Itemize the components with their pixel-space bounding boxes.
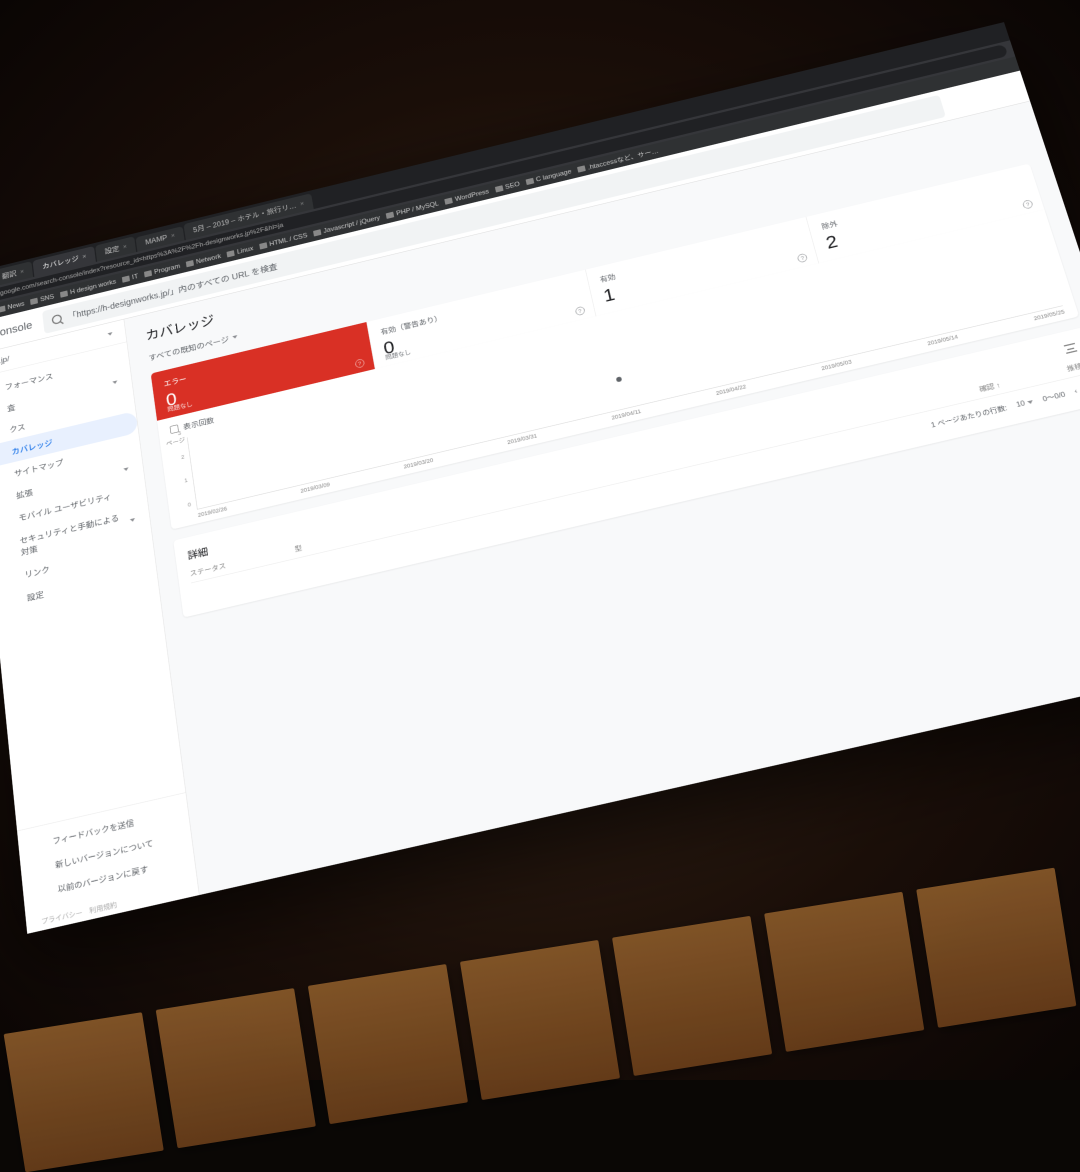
folder-icon (445, 197, 454, 204)
rows-value: 10 (1015, 400, 1026, 409)
info-icon (33, 837, 45, 850)
bookmark-item[interactable]: IT (122, 273, 139, 283)
nav-icon (8, 594, 19, 606)
close-icon[interactable]: × (299, 200, 304, 208)
product-logo: ch Console (0, 319, 33, 344)
property-label: orks.jp/ (0, 354, 10, 369)
sticky-note (156, 988, 316, 1148)
sticky-note (612, 916, 772, 1076)
sticky-note (460, 940, 620, 1100)
account-icon[interactable] (1001, 82, 1017, 96)
close-icon[interactable]: × (122, 243, 127, 251)
chevron-down-icon (130, 518, 136, 522)
nav-label: 拡張 (16, 486, 34, 501)
folder-icon (259, 242, 267, 249)
chevron-down-icon (112, 380, 117, 384)
nav-icon (0, 492, 9, 504)
help-icon[interactable]: ? (1022, 199, 1034, 209)
chevron-down-icon (107, 332, 112, 336)
y-axis-label: ページ (165, 434, 185, 447)
sticky-note (916, 868, 1076, 1028)
y-tick: 1 (184, 477, 188, 484)
chevron-down-icon (1027, 400, 1033, 404)
tab-label: MAMP (145, 233, 168, 246)
folder-icon (525, 178, 534, 185)
nav-label: リンク (24, 563, 50, 581)
folder-icon (60, 290, 68, 297)
folder-icon (495, 185, 504, 192)
chevron-down-icon (232, 335, 237, 339)
nav-label: 査 (6, 401, 15, 414)
info-icon (38, 886, 50, 900)
nav-icon (6, 571, 17, 583)
help-icon[interactable]: ? (574, 306, 585, 316)
nav-label: 設定 (26, 588, 44, 604)
folder-icon (227, 250, 235, 257)
close-icon[interactable]: × (170, 232, 175, 240)
search-icon (51, 313, 62, 324)
apps-icon[interactable] (977, 88, 993, 102)
close-icon[interactable]: × (82, 253, 87, 261)
data-point[interactable] (616, 377, 622, 383)
col-confirm[interactable]: 確認 ↑ (978, 380, 1002, 395)
folder-icon (122, 275, 130, 282)
impressions-label: 表示回数 (183, 415, 215, 432)
nav-label: クス (9, 420, 26, 435)
help-icon[interactable]: ? (354, 358, 364, 368)
rows-per-page-select[interactable]: 10 (1015, 398, 1034, 409)
tab-label: 設定 (104, 243, 120, 256)
detail-title: 詳細 (186, 543, 209, 563)
chevron-down-icon (123, 467, 128, 471)
y-tick: 0 (187, 501, 191, 508)
y-tick: 3 (177, 430, 181, 437)
folder-icon (186, 260, 194, 267)
help-icon[interactable]: ? (797, 253, 808, 263)
sticky-note (308, 964, 468, 1124)
folder-icon (577, 165, 586, 172)
y-tick: 2 (181, 453, 185, 460)
info-icon (36, 861, 48, 875)
filter-icon[interactable] (1064, 343, 1078, 354)
sticky-note (764, 892, 924, 1052)
folder-icon (0, 306, 5, 313)
folder-icon (30, 298, 38, 305)
folder-icon (144, 270, 152, 277)
sticky-note (4, 1012, 164, 1172)
page-range: 0～0/0 (1041, 389, 1066, 404)
folder-icon (386, 212, 395, 219)
folder-icon (313, 229, 321, 236)
close-icon[interactable]: × (20, 268, 25, 276)
nav-icon (3, 543, 13, 555)
prev-page-button[interactable]: ‹ (1073, 387, 1078, 395)
help-icon[interactable] (952, 94, 968, 108)
